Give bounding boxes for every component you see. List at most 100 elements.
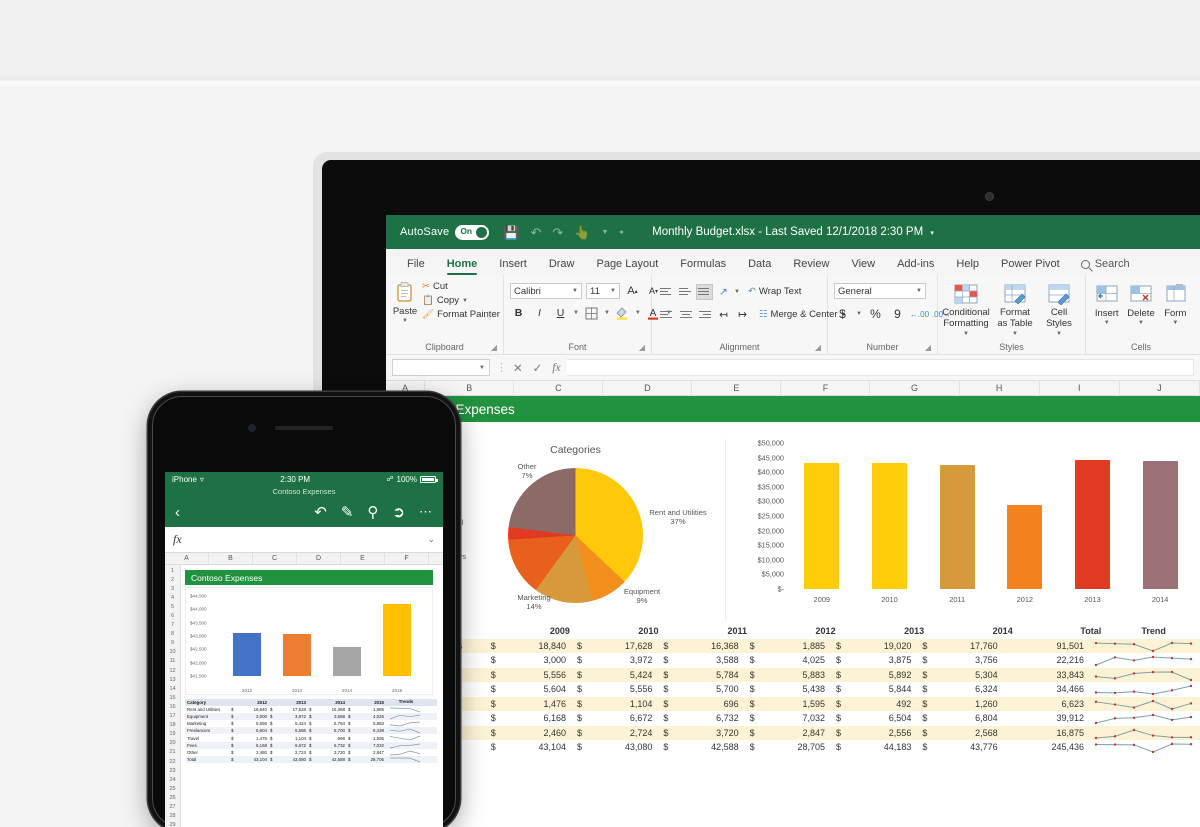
table-row[interactable]: $6,168 $6,672 $6,732 $7,032 $6,504 $6,804 39,9… — [386, 711, 1200, 726]
increase-indent-icon[interactable]: ↦ — [734, 307, 751, 323]
phone-table-cell-value[interactable]: $5,438 — [348, 728, 387, 733]
table-cell-value[interactable]: $4,025 — [745, 655, 831, 665]
phone-row-header-17[interactable]: 17 — [165, 712, 180, 721]
table-cell-value[interactable]: $1,476 — [486, 699, 572, 709]
share-icon[interactable]: ➲ — [385, 503, 412, 521]
italic-button[interactable]: I — [531, 305, 548, 321]
table-row[interactable]: $2,460 $2,724 $3,720 $2,847 $2,556 $2,568 16,8… — [386, 725, 1200, 740]
table-cell-value[interactable]: $5,424 — [572, 670, 658, 680]
phone-column-header-F[interactable]: F — [385, 553, 429, 564]
phone-row-header-19[interactable]: 19 — [165, 730, 180, 739]
align-center-icon[interactable] — [677, 307, 694, 323]
back-icon[interactable]: ‹ — [175, 504, 187, 521]
customize-qat-icon[interactable]: ● — [619, 229, 623, 236]
phone-table-cell-value[interactable]: $5,700 — [309, 728, 348, 733]
ribbon-tab-add-ins[interactable]: Add-ins — [886, 258, 945, 275]
bar-2014[interactable] — [1142, 461, 1178, 589]
cell-styles-caret-icon[interactable]: ▼ — [1056, 331, 1062, 337]
phone-table-cell-value[interactable]: $42,588 — [309, 757, 348, 762]
align-right-icon[interactable] — [696, 307, 713, 323]
ribbon-tab-data[interactable]: Data — [737, 258, 782, 275]
ribbon-tab-file[interactable]: File — [396, 258, 436, 275]
phone-table-cell-value[interactable]: $3,972 — [270, 714, 309, 719]
insert-cells-button[interactable]: Insert ▼ — [1092, 281, 1121, 326]
phone-bar-chart[interactable]: $44,500 $44,000 $43,500 $43,000 $42,500 $42,0… — [185, 587, 433, 695]
table-cell-value[interactable]: 6,623 — [1004, 699, 1090, 709]
cut-button[interactable]: ✂ Cut — [422, 281, 500, 292]
phone-table-cell-value[interactable]: $7,032 — [348, 743, 387, 748]
phone-row-header-14[interactable]: 14 — [165, 684, 180, 693]
table-cell-value[interactable]: $5,604 — [486, 684, 572, 694]
table-cell-value[interactable]: $2,847 — [745, 728, 831, 738]
ribbon-tab-draw[interactable]: Draw — [538, 258, 586, 275]
table-cell-value[interactable]: $2,556 — [831, 728, 917, 738]
table-cell-value[interactable]: $5,892 — [831, 670, 917, 680]
table-cell-value[interactable]: $1,104 — [572, 699, 658, 709]
phone-table-cell-value[interactable]: $1,476 — [231, 736, 270, 741]
phone-row-header-13[interactable]: 13 — [165, 675, 180, 684]
table-cell-value[interactable]: $17,760 — [917, 641, 1003, 651]
table-cell-value[interactable]: $7,032 — [745, 713, 831, 723]
table-cell-value[interactable]: $43,104 — [486, 742, 572, 752]
table-cell-value[interactable]: 33,843 — [1004, 670, 1090, 680]
column-header-F[interactable]: F — [781, 381, 871, 395]
number-format-caret-icon[interactable]: ▼ — [916, 288, 922, 294]
phone-table-cell-value[interactable]: $1,595 — [348, 736, 387, 741]
ribbon-tab-power-pivot[interactable]: Power Pivot — [990, 258, 1071, 275]
ink-icon[interactable]: ✎ — [334, 503, 361, 521]
currency-caret-icon[interactable]: ▼ — [856, 311, 862, 317]
phone-table-cell-value[interactable]: $4,025 — [348, 714, 387, 719]
font-name-combo[interactable]: Calibri ▼ — [510, 283, 582, 299]
search-icon[interactable]: ⚲ — [360, 503, 385, 521]
phone-row-header-24[interactable]: 24 — [165, 775, 180, 784]
table-cell-value[interactable]: 34,466 — [1004, 684, 1090, 694]
table-cell-value[interactable]: $5,304 — [917, 670, 1003, 680]
phone-table-cell-value[interactable]: $1,885 — [348, 707, 387, 712]
phone-table-cell-value[interactable]: $3,588 — [309, 714, 348, 719]
phone-column-header-D[interactable]: D — [297, 553, 341, 564]
paste-caret-icon[interactable]: ▼ — [402, 318, 408, 324]
table-cell-value[interactable]: $6,324 — [917, 684, 1003, 694]
table-cell-value[interactable]: 91,501 — [1004, 641, 1090, 651]
bar-2013[interactable] — [1074, 460, 1111, 589]
phone-table-cell-value[interactable]: $5,784 — [309, 721, 348, 726]
table-cell-value[interactable]: $6,504 — [831, 713, 917, 723]
table-cell-value[interactable]: $44,183 — [831, 742, 917, 752]
phone-row-header-28[interactable]: 28 — [165, 812, 180, 821]
phone-table-cell-value[interactable]: $16,368 — [309, 707, 348, 712]
phone-row-header-26[interactable]: 26 — [165, 793, 180, 802]
table-cell-value[interactable]: 39,912 — [1004, 713, 1090, 723]
document-title-caret-icon[interactable]: ▾ — [930, 230, 934, 237]
phone-table-row[interactable]: Rent and Utilities $18,840 $17,628 $16,368 $… — [185, 706, 437, 713]
table-cell-value[interactable]: $5,556 — [572, 684, 658, 694]
table-cell-value[interactable]: $5,556 — [486, 670, 572, 680]
phone-row-header-4[interactable]: 4 — [165, 593, 180, 602]
decrease-indent-icon[interactable]: ↤ — [715, 307, 732, 323]
format-cells-caret-icon[interactable]: ▼ — [1172, 320, 1178, 326]
phone-table-cell-value[interactable]: $6,672 — [270, 743, 309, 748]
percent-format-icon[interactable]: % — [867, 306, 884, 322]
ribbon-tab-strip[interactable]: File Home Insert Draw Page Layout Formulas Dat… — [386, 249, 1200, 275]
phone-sheet-content[interactable]: Contoso Expenses $44,500 $44,000 $43,500 $4… — [181, 565, 443, 827]
table-cell-value[interactable]: $16,368 — [658, 641, 744, 651]
table-cell-value[interactable]: 22,216 — [1004, 655, 1090, 665]
table-cell-value[interactable]: $492 — [831, 699, 917, 709]
ribbon-tab-help[interactable]: Help — [945, 258, 990, 275]
conditional-formatting-caret-icon[interactable]: ▼ — [963, 331, 969, 337]
font-name-caret-icon[interactable]: ▼ — [572, 288, 578, 294]
delete-cells-caret-icon[interactable]: ▼ — [1138, 320, 1144, 326]
format-cells-button[interactable]: Form ▼ — [1161, 281, 1190, 326]
phone-table-cell-value[interactable]: $3,000 — [231, 714, 270, 719]
table-cell-value[interactable]: 245,436 — [1004, 742, 1090, 752]
format-as-table-caret-icon[interactable]: ▼ — [1012, 331, 1018, 337]
phone-column-header-A[interactable]: A — [165, 553, 209, 564]
phone-table-cell-value[interactable]: $18,840 — [231, 707, 270, 712]
cancel-entry-icon[interactable]: ✕ — [513, 361, 523, 375]
phone-bar-2015[interactable] — [383, 604, 411, 676]
phone-data-table[interactable]: Category 2012 2013 2014 2015 Trends Rent and U… — [185, 699, 437, 763]
phone-row-header-12[interactable]: 12 — [165, 666, 180, 675]
borders-icon[interactable] — [583, 305, 600, 321]
table-cell-value[interactable]: $2,460 — [486, 728, 572, 738]
table-cell-value[interactable]: $17,628 — [572, 641, 658, 651]
table-cell-value[interactable]: $3,875 — [831, 655, 917, 665]
